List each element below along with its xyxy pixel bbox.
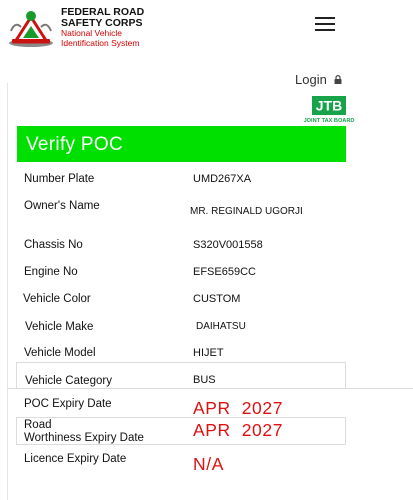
page-title: Verify POC [26,134,123,155]
vehicle-make-label: Vehicle Make [25,321,94,333]
org-name: FEDERAL ROAD SAFETY CORPS [61,7,144,29]
page-title-banner: Verify POC [17,126,346,162]
chassis-no-label: Chassis No [24,239,83,251]
vehicle-category-label: Vehicle Category [25,375,112,387]
licence-expiry-label: Licence Expiry Date [24,453,127,465]
org-subtitle: National Vehicle Identification System [61,28,140,48]
owner-name-label: Owner's Name [24,200,100,212]
number-plate-label: Number Plate [24,173,95,185]
hamburger-menu-icon[interactable] [315,17,335,31]
jtb-logo-icon: JTB JOINT TAX BOARD [304,96,355,124]
vehicle-category-value: BUS [193,374,216,386]
vehicle-model-label: Vehicle Model [24,347,96,359]
licence-expiry-value: N/A [193,454,224,474]
chassis-no-value: S320V001558 [193,239,263,251]
org-subtitle-line2: Identification System [61,37,140,48]
jtb-logo-caption: JOINT TAX BOARD [304,118,355,124]
engine-no-value: EFSE659CC [193,266,256,278]
engine-no-label: Engine No [24,266,78,278]
road-worthiness-label-line2: Worthiness Expiry Date [24,432,144,444]
poc-expiry-value: APR 2027 [193,398,284,418]
poc-expiry-label: POC Expiry Date [24,398,112,410]
number-plate-value: UMD267XA [193,173,252,185]
vehicle-model-value: HIJET [193,347,224,359]
vehicle-make-value: DAIHATSU [196,321,246,332]
owner-name-value: MR. REGINALD UGORJI [190,206,303,217]
road-worthiness-label-line1: Road [24,419,52,431]
vehicle-color-label: Vehicle Color [23,293,91,305]
app-header: FEDERAL ROAD SAFETY CORPS National Vehic… [0,0,413,58]
road-worthiness-value: APR 2027 [193,420,284,440]
vehicle-color-value: CUSTOM [193,293,241,305]
frsc-logo-icon [9,11,53,47]
jtb-logo-text: JTB [316,98,342,114]
